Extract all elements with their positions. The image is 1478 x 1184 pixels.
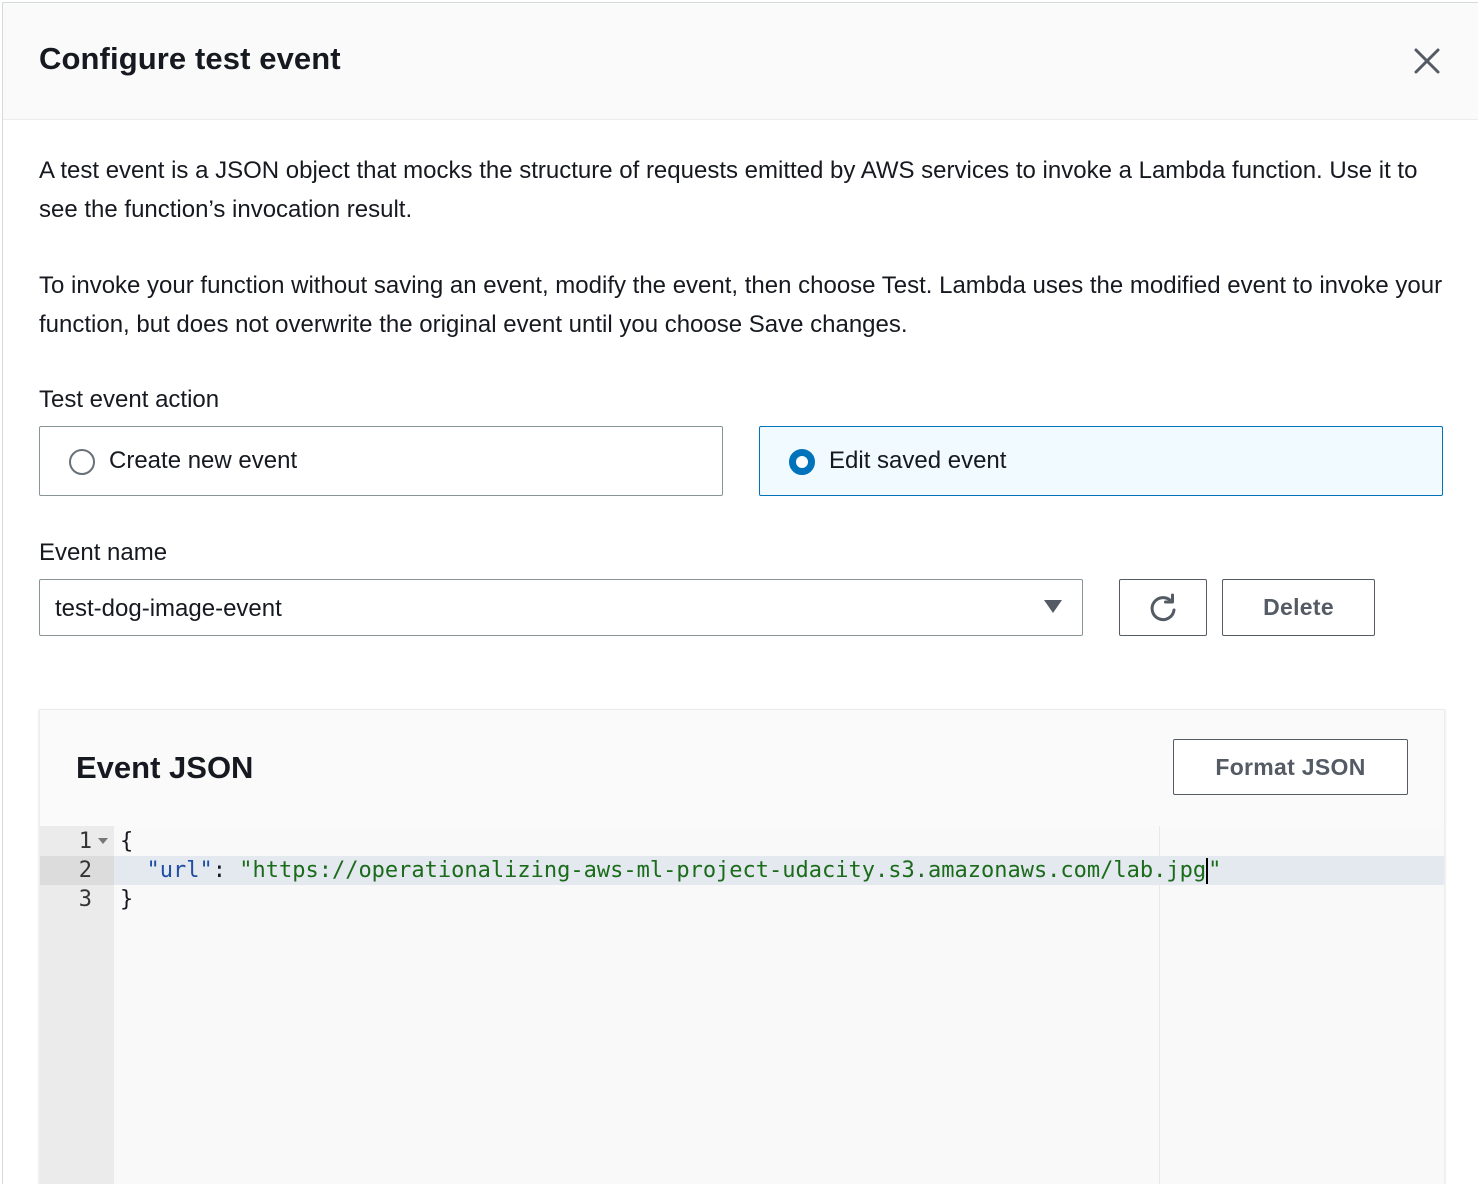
code-key: "url": [146, 858, 213, 883]
json-code-editor[interactable]: 1 2 3 { "url": "https://operationalizing…: [40, 826, 1444, 1184]
test-event-action-label: Test event action: [39, 386, 220, 413]
code-close-brace: }: [120, 887, 134, 912]
radio-unselected-icon: [69, 449, 95, 475]
caret-down-icon: [1044, 600, 1062, 613]
event-name-value: test-dog-image-event: [55, 595, 282, 622]
radio-selected-icon: [789, 449, 815, 475]
code-line-1: {: [120, 827, 133, 856]
modal-title: Configure test event: [39, 41, 341, 76]
modal-instructions: To invoke your function without saving a…: [39, 272, 1443, 338]
close-button[interactable]: [1407, 41, 1447, 81]
refresh-icon: [1150, 593, 1176, 622]
code-line-2: "url": "https://operationalizing-aws-ml-…: [120, 856, 1221, 885]
close-icon: [1414, 48, 1440, 74]
refresh-button[interactable]: [1119, 579, 1207, 636]
modal-header: Configure test event: [3, 3, 1478, 120]
code-line-3: }: [120, 885, 133, 914]
format-json-button[interactable]: Format JSON: [1173, 739, 1408, 795]
delete-button[interactable]: Delete: [1222, 579, 1375, 636]
code-open-brace: {: [120, 829, 134, 854]
event-name-label: Event name: [39, 539, 168, 566]
radio-label: Edit saved event: [829, 447, 1007, 474]
radio-edit-saved-event[interactable]: Edit saved event: [759, 426, 1443, 496]
event-json-title: Event JSON: [76, 750, 254, 785]
modal-description: A test event is a JSON object that mocks…: [39, 157, 1418, 223]
event-json-panel: Event JSON Format JSON 1 2 3 { "url": "h…: [39, 709, 1445, 1184]
radio-create-new-event[interactable]: Create new event: [39, 426, 723, 496]
configure-test-event-modal: Configure test event A test event is a J…: [2, 2, 1478, 1184]
code-colon: :: [212, 858, 240, 883]
event-name-select[interactable]: test-dog-image-event: [39, 579, 1083, 636]
line-number: 2: [78, 858, 92, 883]
line-number: 3: [78, 887, 92, 912]
line-number: 1: [78, 829, 92, 854]
fold-arrow-icon[interactable]: [98, 838, 108, 844]
radio-label: Create new event: [109, 447, 298, 474]
code-string-end: ": [1208, 858, 1222, 883]
code-string-value: "https://operationalizing-aws-ml-project…: [239, 858, 1207, 883]
